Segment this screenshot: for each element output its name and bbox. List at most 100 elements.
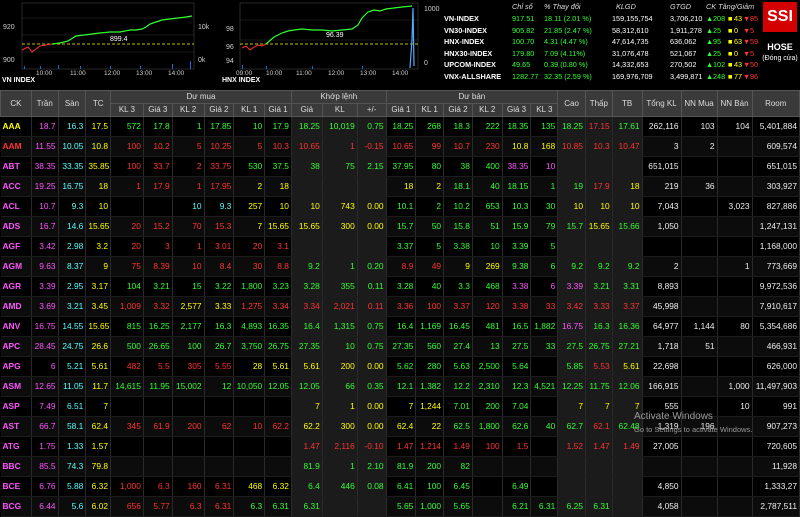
col-header[interactable]: Trần (30, 90, 59, 117)
ticker-cell[interactable]: ATG (0, 436, 32, 457)
table-cell: 9.3 (58, 196, 87, 217)
ticker-cell[interactable]: AGR (0, 276, 32, 297)
table-row[interactable]: AMD 3.69 3.21 3.45 1,009 3.32 2,577 3.33 1,275 3.… (0, 296, 800, 317)
col-header[interactable]: Sàn (57, 90, 87, 117)
ticker-cell[interactable]: BCE (0, 476, 32, 497)
col-header[interactable]: CK (0, 90, 32, 117)
index-row[interactable]: VN30-INDEX 905.82 21.85 (2.47 %) 58,312,610… (444, 25, 760, 36)
col-header[interactable]: Giá 3 (501, 103, 532, 117)
table-row[interactable]: APC 28.45 24.75 26.6 500 26.65 100 26.7 3,750 26.… (0, 336, 800, 357)
table-cell: 1 (322, 396, 358, 417)
col-header[interactable]: NN Bán (716, 90, 753, 117)
table-row[interactable]: BCG 6.44 5.6 6.02 656 5.77 6.3 6.31 6.3 6.31 6.31 5… (0, 496, 800, 517)
ticker-cell[interactable]: AAM (0, 136, 32, 157)
table-row[interactable]: ADS 16.7 14.6 15.65 20 15.2 70 15.3 7 15.65 15.65 3… (0, 216, 800, 237)
col-header[interactable]: KL 2 (171, 103, 205, 117)
ticker-cell[interactable]: AMD (0, 296, 32, 317)
col-header[interactable]: KL 3 (109, 103, 144, 117)
table-cell: 609,574 (752, 136, 800, 157)
table-row[interactable]: BBC 85.5 74.3 79.8 81.9 1 2.10 81.9 200 82 11,928 (0, 456, 800, 477)
index-row[interactable]: VN-INDEX 917.51 18.11 (2.01 %) 159,155,754 3… (444, 13, 760, 24)
table-cell: 40 (472, 176, 503, 197)
col-header[interactable]: +/- (356, 103, 387, 117)
col-header[interactable]: Giá 1 (264, 103, 292, 117)
ticker-cell[interactable]: ABT (0, 156, 32, 177)
table-cell: 300 (322, 416, 358, 437)
col-header[interactable]: Tổng KL (641, 90, 682, 117)
table-row[interactable]: ANV 16.75 14.55 15.65 815 16.25 2,177 16.3 4,893… (0, 316, 800, 337)
ticker-cell[interactable]: BBC (0, 456, 32, 477)
table-cell (204, 396, 235, 417)
ticker-cell[interactable]: ASP (0, 396, 32, 417)
ticker-cell[interactable]: AGF (0, 236, 32, 257)
ticker-cell[interactable]: BCG (0, 496, 32, 517)
index-row[interactable]: HNX-INDEX 100.70 4.31 (4.47 %) 47,614,735 63… (444, 36, 760, 47)
table-cell: 6.32 (264, 476, 292, 497)
col-header[interactable]: Room (751, 90, 800, 117)
col-header[interactable]: Giá 2 (443, 103, 473, 117)
col-header[interactable]: KL 3 (530, 103, 559, 117)
ticker-cell[interactable]: AST (0, 416, 32, 437)
index-row[interactable]: UPCOM-INDEX 49.65 0.39 (0.80 %) 14,332,653 2… (444, 59, 760, 70)
index-row[interactable]: HNX30-INDEX 179.80 7.09 (4.11%) 31,076,478 5… (444, 48, 760, 59)
ticker-cell[interactable]: ACC (0, 176, 32, 197)
table-cell: 27.35 (386, 336, 417, 357)
index-change: 32.35 (2.59 %) (544, 71, 592, 81)
col-header[interactable]: Cao (557, 90, 586, 117)
table-cell: 1.57 (85, 436, 111, 457)
table-cell (717, 136, 753, 157)
col-header[interactable]: Thấp (584, 90, 613, 117)
table-cell: 5 (530, 236, 559, 257)
table-row[interactable]: BCE 6.76 5.88 6.32 1,000 6.3 160 6.31 468 6.32 6.4… (0, 476, 800, 497)
col-header[interactable]: Giá (290, 103, 323, 117)
table-cell: 26.6 (85, 336, 111, 357)
table-row[interactable]: AGM 9.63 8.37 9 75 8.39 10 8.4 30 8.8 9.2 1 0.20 8.9 4… (0, 256, 800, 277)
table-cell: 30 (233, 256, 266, 277)
ticker-cell[interactable]: ASM (0, 376, 32, 397)
col-header[interactable]: Giá 3 (142, 103, 173, 117)
col-header[interactable]: NN Mua (680, 90, 718, 117)
table-row[interactable]: AAA 18.7 16.3 17.5 572 17.8 1 17.85 10 17.9 18.25 1… (0, 116, 800, 137)
table-row[interactable]: APG 6 5.21 5.61 482 5.5 305 5.55 28 5.61 5.61 200 0.… (0, 356, 800, 377)
table-cell: 0.08 (357, 476, 387, 497)
ticker-cell[interactable]: ADS (0, 216, 32, 237)
table-cell: 35.85 (85, 156, 111, 177)
col-header[interactable]: KL (321, 103, 358, 117)
table-row[interactable]: AGR 3.39 2.95 3.17 104 3.21 15 3.22 1,800 3.23 3.2… (0, 276, 800, 297)
table-cell: 1 (172, 176, 205, 197)
table-cell: 1,718 (642, 336, 682, 357)
col-header[interactable]: KL 1 (233, 103, 266, 117)
col-header[interactable]: KL 2 (471, 103, 503, 117)
table-cell: 2 (172, 156, 205, 177)
table-cell: 62.1 (585, 416, 613, 437)
col-header[interactable]: Giá 1 (385, 103, 417, 117)
table-cell: 160 (172, 476, 205, 497)
ticker-cell[interactable]: ANV (0, 316, 32, 337)
vn-right-label-2: 0k (198, 57, 206, 64)
col-header[interactable]: Giá 2 (203, 103, 235, 117)
table-cell: 827,886 (752, 196, 800, 217)
table-cell: 80 (717, 316, 753, 337)
col-header[interactable]: TB (611, 90, 643, 117)
ticker-cell[interactable]: AAA (0, 116, 32, 137)
ticker-cell[interactable]: APC (0, 336, 32, 357)
col-header[interactable]: TC (85, 90, 111, 117)
unchanged-square-icon: ■ (728, 60, 733, 69)
table-row[interactable]: ABT 38.35 33.35 35.85 100 33.7 2 33.75 530 37.5 38… (0, 156, 800, 177)
table-row[interactable]: ACL 10.7 9.3 10 10 9.3 257 10 10 743 0.00 10.1 2 10.2… (0, 196, 800, 217)
index-row[interactable]: VNX-ALLSHARE 1282.77 32.35 (2.59 %) 169,976… (444, 71, 760, 82)
table-row[interactable]: ASM 12.65 11.05 11.7 14,615 11.95 15,002 12 10,0… (0, 376, 800, 397)
table-cell: 4,893 (233, 316, 266, 337)
table-row[interactable]: ACC 19.25 16.75 18 1 17.9 1 17.95 2 18 18 2 18.1 40 18… (0, 176, 800, 197)
ticker-cell[interactable]: APG (0, 356, 32, 377)
col-header[interactable]: KL 1 (415, 103, 445, 117)
ticker-cell[interactable]: ACL (0, 196, 32, 217)
ticker-cell[interactable]: AGM (0, 256, 32, 277)
table-cell: 2,787,511 (752, 496, 800, 517)
table-row[interactable]: AGF 3.42 2.98 3.2 20 3 1 3.01 20 3.1 3.37 5 3.38 10 3.… (0, 236, 800, 257)
index-unchanged: 63 (734, 37, 743, 46)
table-cell (233, 436, 266, 457)
table-row[interactable]: ATG 1.75 1.33 1.57 1.47 2,116 -0.10 1.47 1,214 1.… (0, 436, 800, 457)
table-cell: 51 (681, 336, 718, 357)
table-row[interactable]: AAM 11.55 10.05 10.8 100 10.2 5 10.25 5 10.3 10.65… (0, 136, 800, 157)
